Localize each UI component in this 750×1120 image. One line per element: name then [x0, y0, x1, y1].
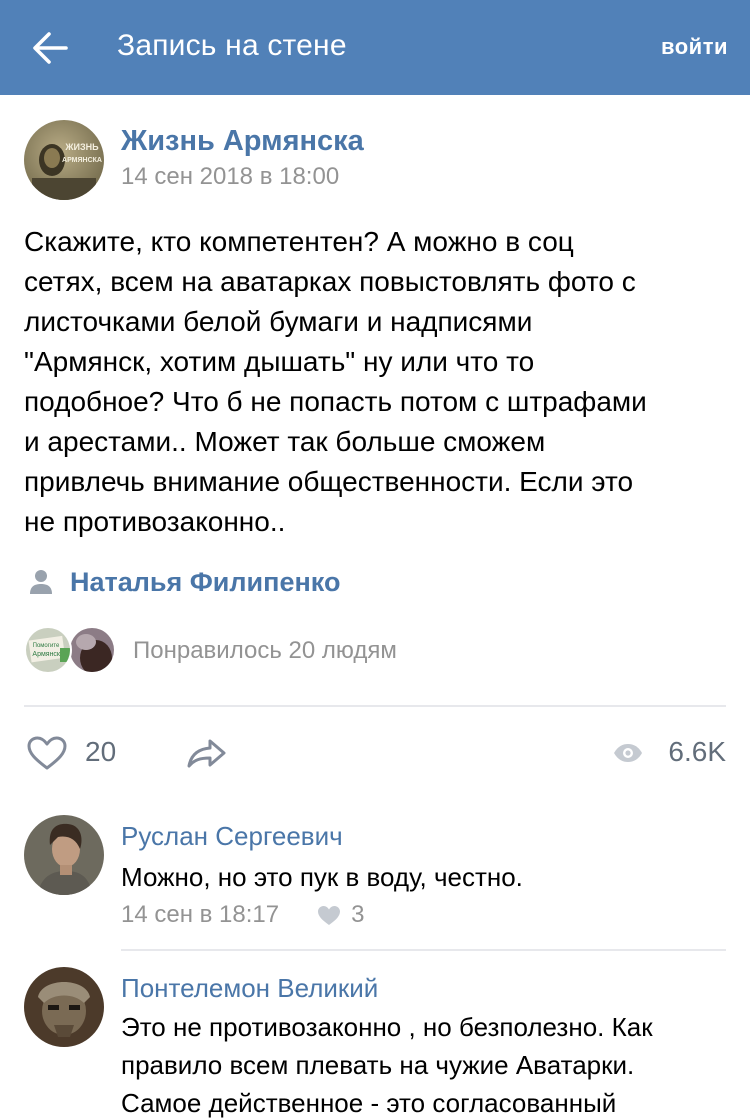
page-title: Запись на стене: [117, 29, 347, 62]
post-author-name[interactable]: Жизнь Армянска: [121, 125, 364, 158]
post-date: 14 сен 2018 в 18:00: [121, 163, 340, 190]
heart-icon[interactable]: [26, 735, 68, 771]
svg-text:Помогите: Помогите: [33, 643, 60, 649]
svg-text:ЖИЗНЬ: ЖИЗНЬ: [64, 142, 99, 152]
comment-author-avatar[interactable]: [24, 815, 104, 895]
comment-text-line: Самое действенное - это согласованный: [121, 1088, 617, 1118]
svg-text:Армянску: Армянску: [32, 651, 64, 658]
comment-author-name[interactable]: Понтелемон Великий: [121, 973, 378, 1004]
liker-avatar[interactable]: Помогите Армянску: [24, 626, 72, 674]
comment-text: Это не противозаконно , но безполезно. К…: [121, 1008, 731, 1120]
post-text-line: сетях, всем на аватарках повыстовлять фо…: [24, 266, 636, 297]
likes-summary[interactable]: Понравилось 20 людям: [133, 637, 397, 665]
top-bar: Запись на стене войти: [0, 0, 750, 95]
back-arrow-icon[interactable]: [30, 28, 70, 68]
comment-like-count[interactable]: 3: [351, 901, 364, 929]
post-text-line: подобное? Что б не попасть потом с штраф…: [24, 386, 647, 417]
comment-author-avatar[interactable]: [24, 967, 104, 1047]
person-icon: [30, 570, 52, 594]
post-text-line: листочками белой бумаги и надписями: [24, 306, 533, 337]
post-signer[interactable]: Наталья Филипенко: [24, 562, 340, 602]
like-count[interactable]: 20: [85, 736, 116, 768]
post-text-line: Скажите, кто компетентен? А можно в соц: [24, 226, 574, 257]
login-button[interactable]: войти: [661, 34, 728, 60]
comment-text-line: Можно, но это пук в воду, честно.: [121, 862, 523, 892]
community-logo: ЖИЗНЬ АРМЯНСКА: [24, 120, 104, 200]
post-actions: 20 6.6K: [0, 722, 750, 782]
comment-text-line: правило всем плевать на чужие Аватарки.: [121, 1050, 635, 1080]
post-text-line: "Армянск, хотим дышать" ну или что то: [24, 346, 535, 377]
post-author-avatar[interactable]: ЖИЗНЬ АРМЯНСКА: [24, 120, 104, 200]
signer-name[interactable]: Наталья Филипенко: [70, 567, 340, 598]
comment-date: 14 сен в 18:17: [121, 901, 280, 928]
post-text-line: не противозаконно..: [24, 506, 286, 537]
comment-text: Можно, но это пук в воду, честно.: [121, 858, 731, 896]
comment-author-name[interactable]: Руслан Сергеевич: [121, 821, 343, 852]
post-text-line: и арестами.. Может так больше сможем: [24, 426, 546, 457]
divider: [24, 705, 726, 707]
eye-icon: [614, 744, 642, 762]
svg-text:АРМЯНСКА: АРМЯНСКА: [62, 157, 102, 164]
post-text-line: привлечь внимание общественности. Если э…: [24, 466, 634, 497]
share-icon[interactable]: [186, 737, 228, 769]
post-text: Скажите, кто компетентен? А можно в соц …: [24, 222, 734, 542]
comment-meta: 14 сен в 18:17 3: [121, 901, 364, 929]
heart-icon[interactable]: [317, 905, 341, 926]
comment-text-line: Это не противозаконно , но безполезно. К…: [121, 1012, 653, 1042]
views-count: 6.6K: [668, 736, 726, 767]
divider: [121, 949, 726, 951]
liker-avatar[interactable]: [68, 626, 116, 674]
